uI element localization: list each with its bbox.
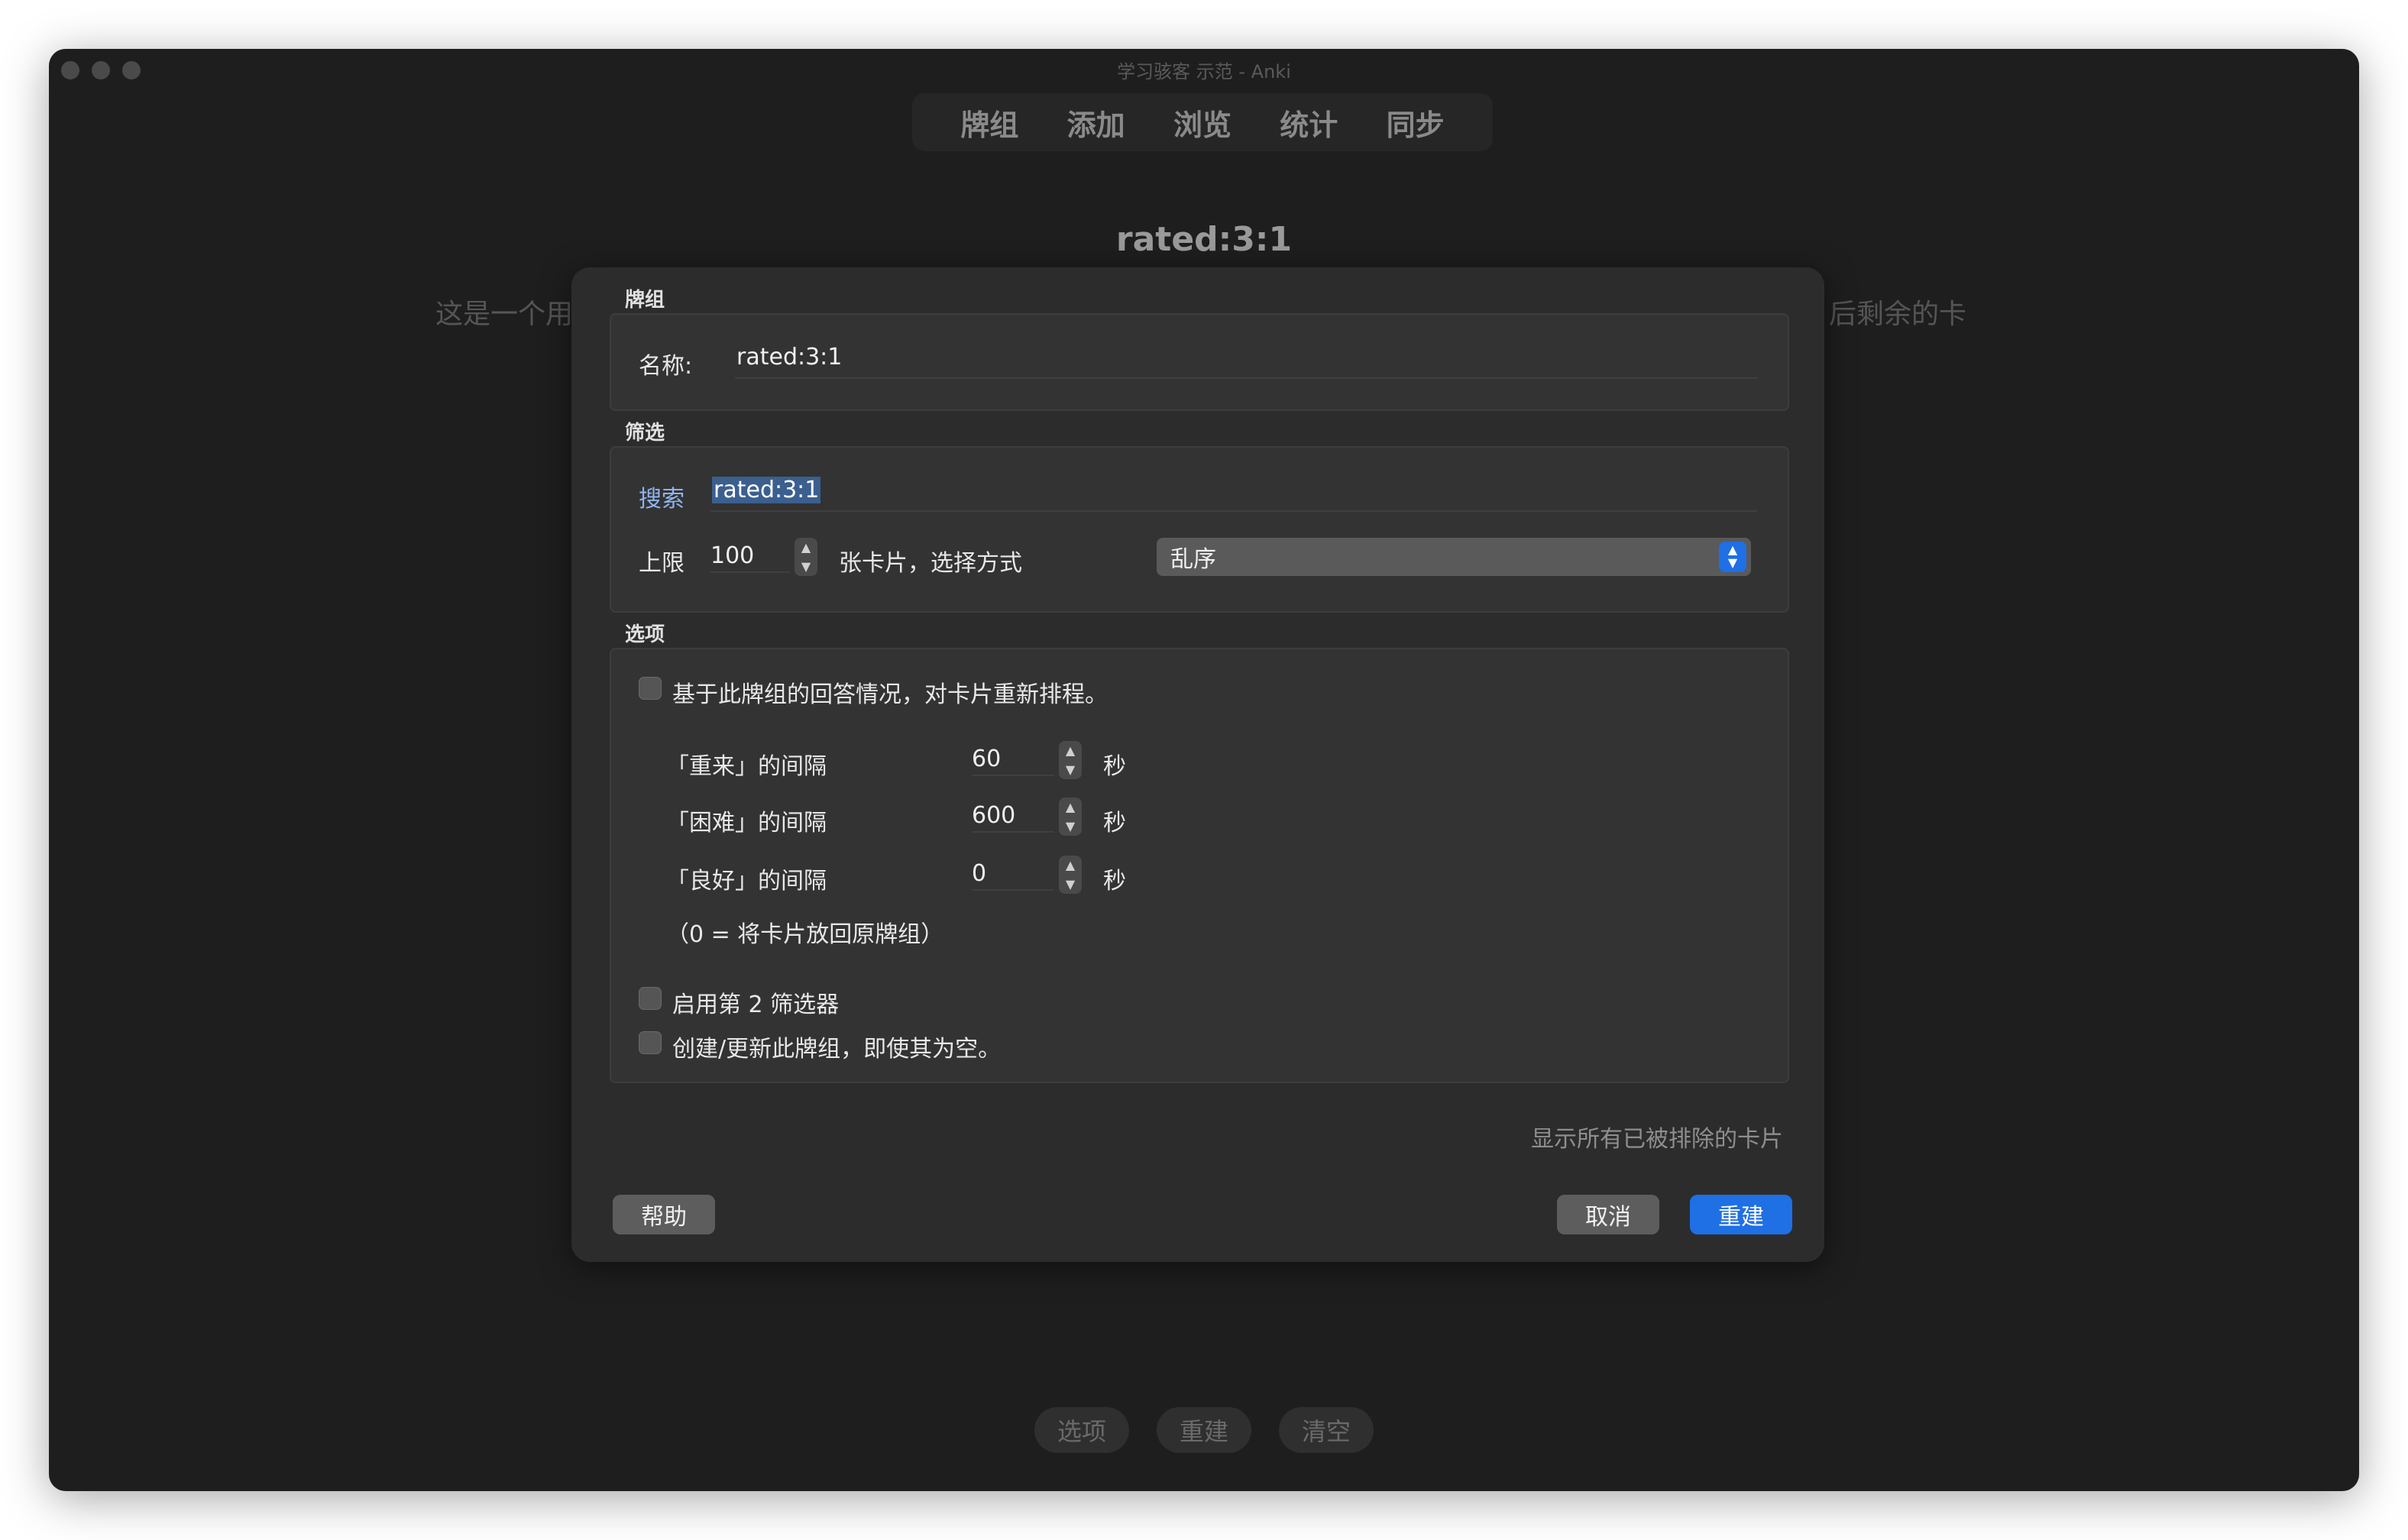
chevron-up-icon: ▲ (801, 539, 811, 555)
again-interval-stepper[interactable]: ▲ ▼ (1059, 741, 1082, 779)
name-label: 名称: (639, 353, 693, 380)
search-label: 搜索 (639, 486, 685, 513)
order-select-value: 乱序 (1170, 546, 1216, 573)
filter-group: 搜索 rated:3:1 上限 100 ▲ ▼ 张卡片，选择方式 乱序 ▲ ▼ (610, 446, 1789, 613)
toolbar-browse[interactable]: 浏览 (1173, 102, 1232, 144)
limit-input[interactable]: 100 (710, 539, 790, 573)
create-empty-label: 创建/更新此牌组，即使其为空。 (672, 1036, 1002, 1063)
good-interval-label: 「良好」的间隔 (666, 868, 827, 895)
chevron-down-icon: ▼ (1065, 762, 1076, 777)
help-button[interactable]: 帮助 (613, 1195, 715, 1234)
chevron-up-icon: ▲ (1065, 742, 1076, 758)
toolbar-sync[interactable]: 同步 (1387, 102, 1445, 144)
chevron-down-icon: ▼ (1065, 818, 1076, 833)
again-interval-input[interactable]: 60 (972, 742, 1054, 776)
search-input[interactable]: rated:3:1 (710, 477, 1757, 512)
show-excluded-cards-link[interactable]: 显示所有已被排除的卡片 (1531, 1120, 1783, 1153)
up-down-chevron-icon: ▲ ▼ (1719, 542, 1746, 572)
hard-interval-label: 「困难」的间隔 (666, 810, 827, 836)
limit-suffix-label: 张卡片，选择方式 (839, 550, 1022, 577)
chevron-down-icon: ▼ (1065, 876, 1076, 891)
rebuild-button[interactable]: 重建 (1690, 1195, 1792, 1234)
name-input[interactable]: rated:3:1 (735, 344, 1757, 379)
filtered-deck-dialog: 牌组 名称: rated:3:1 筛选 搜索 rated:3:1 上限 100 … (571, 267, 1824, 1262)
good-interval-stepper[interactable]: ▲ ▼ (1059, 856, 1082, 894)
search-query-text: rated:3:1 (712, 477, 821, 503)
deck-description-left: 这是一个用 (435, 299, 574, 330)
cancel-button[interactable]: 取消 (1557, 1195, 1659, 1234)
create-empty-checkbox[interactable] (639, 1031, 662, 1054)
limit-stepper[interactable]: ▲ ▼ (795, 538, 817, 576)
options-section-label: 选项 (625, 623, 665, 646)
limit-label: 上限 (639, 550, 685, 577)
hard-interval-input[interactable]: 600 (972, 799, 1054, 833)
chevron-up-icon: ▲ (1065, 857, 1076, 872)
second-filter-checkbox[interactable] (639, 987, 662, 1010)
again-interval-label: 「重来」的间隔 (666, 753, 827, 780)
reschedule-label: 基于此牌组的回答情况，对卡片重新排程。 (672, 681, 1108, 708)
main-toolbar: 牌组 添加 浏览 统计 同步 (912, 93, 1493, 151)
title-bar: 学习骇客 示范 - Anki (49, 49, 2359, 92)
toolbar-decks[interactable]: 牌组 (960, 102, 1018, 144)
empty-button[interactable]: 清空 (1279, 1407, 1374, 1453)
hard-interval-stepper[interactable]: ▲ ▼ (1059, 798, 1082, 836)
overview-bottom-bar: 选项 重建 清空 (49, 1407, 2359, 1453)
deck-title: rated:3:1 (1115, 220, 1293, 259)
chevron-up-icon: ▲ (1065, 799, 1076, 814)
toolbar-stats[interactable]: 统计 (1280, 102, 1338, 144)
filter-section-label: 筛选 (625, 422, 665, 445)
deck-description-right: 后剩余的卡 (1829, 299, 1967, 330)
hard-interval-unit: 秒 (1103, 810, 1126, 836)
interval-note: （0 = 将卡片放回原牌组） (666, 921, 944, 948)
deck-section-label: 牌组 (625, 289, 665, 312)
second-filter-label: 启用第 2 筛选器 (672, 992, 840, 1018)
order-select[interactable]: 乱序 ▲ ▼ (1157, 538, 1751, 576)
options-button[interactable]: 选项 (1034, 1407, 1129, 1453)
again-interval-unit: 秒 (1103, 753, 1126, 780)
good-interval-unit: 秒 (1103, 868, 1126, 895)
deck-group: 名称: rated:3:1 (610, 313, 1789, 411)
reschedule-checkbox[interactable] (639, 677, 662, 700)
good-interval-input[interactable]: 0 (972, 857, 1054, 891)
options-group: 基于此牌组的回答情况，对卡片重新排程。 「重来」的间隔 60 ▲ ▼ 秒 「困难」… (610, 648, 1789, 1083)
window-title: 学习骇客 示范 - Anki (1117, 61, 1291, 82)
toolbar-add[interactable]: 添加 (1067, 102, 1125, 144)
chevron-down-icon: ▼ (801, 558, 811, 574)
rebuild-bg-button[interactable]: 重建 (1157, 1407, 1251, 1453)
